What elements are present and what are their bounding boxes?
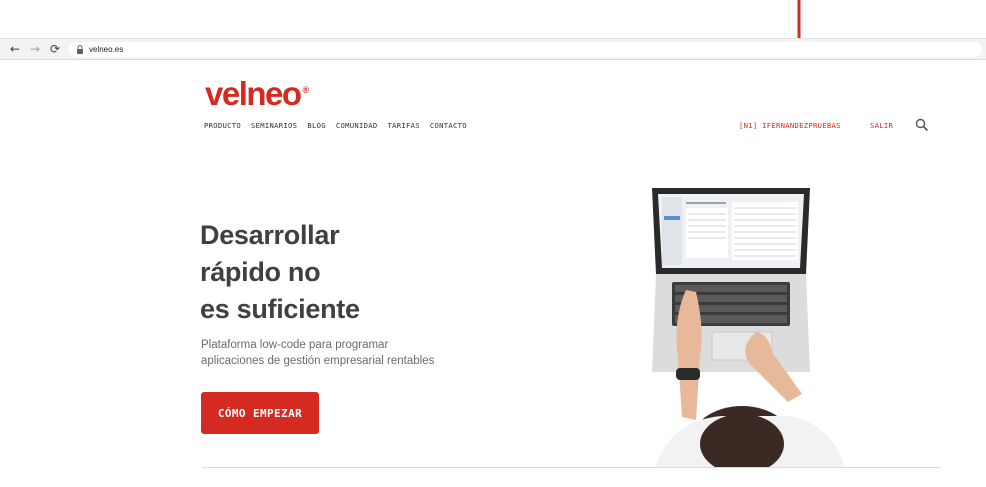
reload-icon[interactable]: ⟳ xyxy=(48,42,62,56)
nav-item-tarifas[interactable]: TARIFAS xyxy=(387,121,419,130)
url-text: velneo.es xyxy=(89,45,124,54)
section-divider xyxy=(202,467,940,468)
back-arrow-icon[interactable]: ← xyxy=(8,42,22,56)
nav-item-contacto[interactable]: CONTACTO xyxy=(430,121,467,130)
hero-title: Desarrollar rápido no es suficiente xyxy=(200,217,360,328)
cta-button[interactable]: CÓMO EMPEZAR xyxy=(201,392,319,434)
hero-title-line: rápido no xyxy=(200,257,321,287)
logo[interactable]: velneo ® xyxy=(205,72,309,112)
logo-text: velneo xyxy=(205,75,302,112)
hero-title-line: Desarrollar xyxy=(200,220,340,250)
nav-item-blog[interactable]: BLOG xyxy=(307,121,326,130)
logo-registered-mark: ® xyxy=(302,85,310,95)
forward-arrow-icon[interactable]: → xyxy=(28,42,42,56)
nav-item-comunidad[interactable]: COMUNIDAD xyxy=(336,121,378,130)
address-bar[interactable]: velneo.es xyxy=(68,42,982,57)
lock-icon xyxy=(77,45,83,54)
search-icon[interactable] xyxy=(915,118,929,132)
page-viewport: velneo ® PRODUCTO SEMINARIOS BLOG COMUNID… xyxy=(10,60,986,487)
hero-laptop-image xyxy=(652,188,844,467)
nav-item-seminarios[interactable]: SEMINARIOS xyxy=(251,121,297,130)
user-account-link[interactable]: [N1] IFERNANDEZPRUEBAS xyxy=(739,121,841,130)
nav-item-producto[interactable]: PRODUCTO xyxy=(204,121,241,130)
hero-title-line: es suficiente xyxy=(200,294,360,324)
hero-subtitle-line: Plataforma low-code para programar xyxy=(201,339,389,351)
main-nav: PRODUCTO SEMINARIOS BLOG COMUNIDAD TARIF… xyxy=(204,121,467,130)
logout-link[interactable]: SALIR xyxy=(870,121,893,130)
hero-subtitle-line: aplicaciones de gestión empresarial rent… xyxy=(201,355,435,367)
annotation-area xyxy=(0,0,986,38)
hero-subtitle: Plataforma low-code para programar aplic… xyxy=(201,337,434,369)
browser-toolbar: ← → ⟳ velneo.es xyxy=(0,38,986,60)
